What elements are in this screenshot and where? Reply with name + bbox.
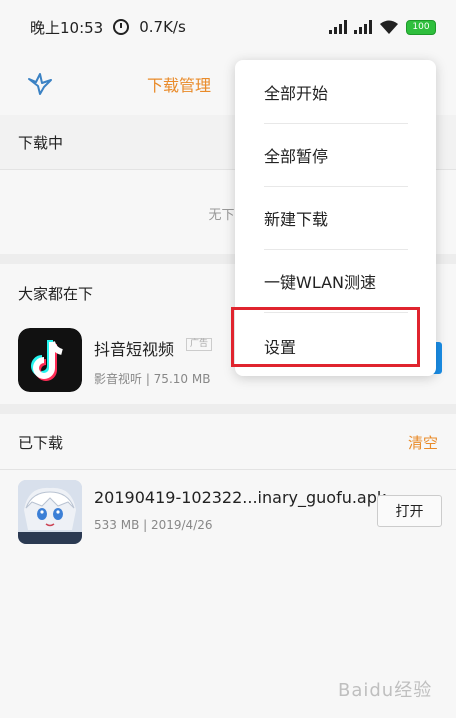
wifi-icon (380, 20, 398, 34)
status-time: 晚上10:53 (30, 18, 104, 37)
menu-item-pause-all[interactable]: 全部暂停 (235, 123, 436, 186)
alarm-icon (113, 19, 130, 35)
signal-icon (329, 20, 347, 34)
status-bar: 晚上10:53 0.7K/s 100 (0, 0, 456, 54)
menu-item-new-download[interactable]: 新建下载 (235, 186, 436, 249)
network-speed: 0.7K/s (139, 18, 186, 36)
page-title: 下载管理 (147, 76, 212, 95)
downloaded-file-row[interactable]: 20190419-102322...inary_guofu.apk 533 MB… (0, 472, 456, 552)
open-button[interactable]: 打开 (377, 495, 442, 527)
signal-icon (354, 20, 372, 34)
divider (0, 469, 456, 470)
bird-icon[interactable] (26, 70, 54, 96)
clear-button[interactable]: 清空 (408, 432, 438, 453)
menu-item-wlan-speedtest[interactable]: 一键WLAN测速 (235, 249, 436, 312)
ad-badge: 广告 (186, 338, 213, 351)
highlight-annotation-box (231, 307, 420, 367)
menu-item-start-all[interactable]: 全部开始 (235, 60, 436, 123)
anime-apk-icon (18, 480, 82, 544)
app-name: 抖音短视频 (94, 340, 175, 359)
section-gap (0, 404, 456, 414)
file-meta: 533 MB | 2019/4/26 (94, 518, 213, 532)
watermark: Baidu经验 (338, 680, 433, 701)
file-name: 20190419-102322...inary_guofu.apk (94, 488, 387, 507)
status-icons: 100 (329, 19, 436, 35)
tiktok-icon (18, 328, 82, 392)
battery-icon: 100 (406, 19, 436, 35)
app-meta: 影音视听 | 75.10 MB (94, 372, 211, 386)
section-header-downloaded: 已下载 (0, 414, 456, 470)
download-manager-screen: 晚上10:53 0.7K/s 100 下载管理 下载中 无下载 大家都在下 抖音… (0, 0, 456, 718)
